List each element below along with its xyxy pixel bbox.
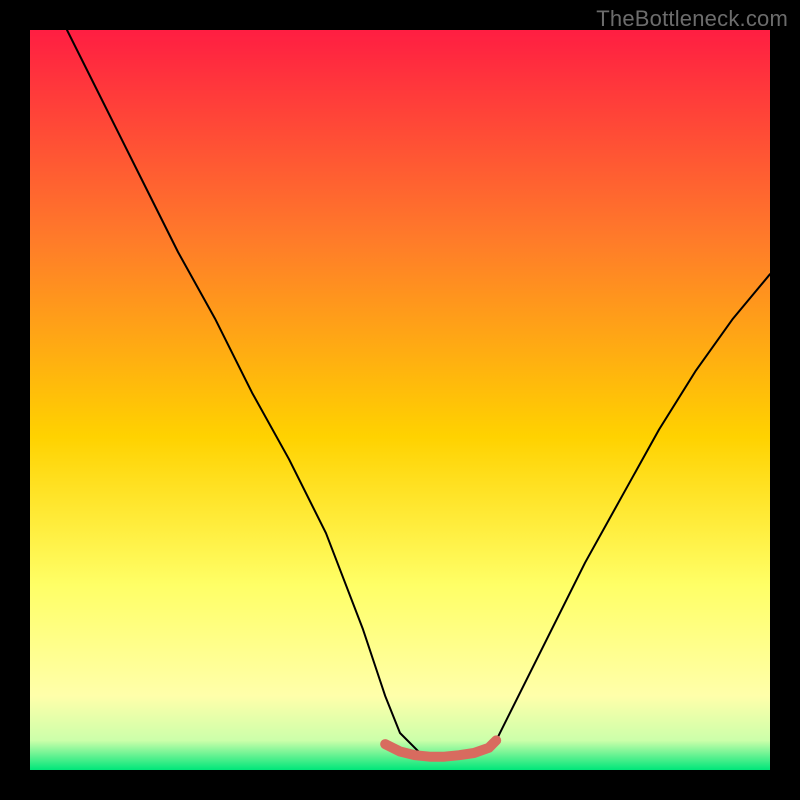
- chart-stage: TheBottleneck.com: [0, 0, 800, 800]
- plot-area: [30, 30, 770, 770]
- chart-svg: [30, 30, 770, 770]
- watermark-text: TheBottleneck.com: [596, 6, 788, 32]
- gradient-background: [30, 30, 770, 770]
